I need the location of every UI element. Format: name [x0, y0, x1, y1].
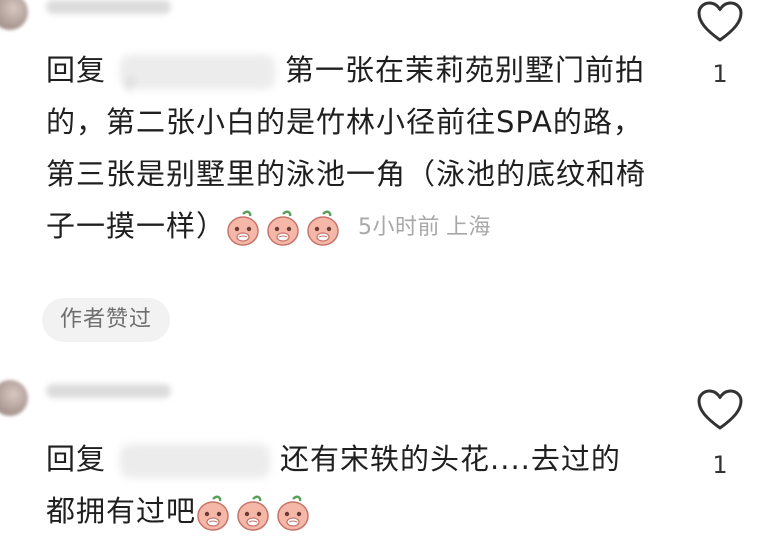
reply-target-blurred[interactable]	[120, 444, 271, 478]
peach-cover-face-emoji	[306, 210, 340, 246]
comment-location: 上海	[446, 215, 492, 240]
avatar[interactable]	[0, 380, 28, 416]
like-count: 1	[712, 60, 728, 88]
peach-cover-face-emoji	[276, 495, 310, 531]
reply-label: 回复	[46, 442, 107, 476]
reply-label: 回复	[46, 53, 107, 87]
comment-body[interactable]: 回复 r 第一张在茉莉苑别墅门前拍的，第二张小白的是竹林小径前往SPA的路，第三张是…	[46, 44, 646, 254]
reply-target-blurred[interactable]: r	[120, 55, 276, 97]
heart-outline-icon[interactable]	[696, 0, 744, 44]
comment-meta: 5小时前 上海	[358, 215, 491, 240]
comment-item[interactable]: 回复 还有宋轶的头花....去过的都拥有过吧 1	[0, 360, 783, 532]
heart-outline-icon[interactable]	[696, 388, 744, 432]
comment-body[interactable]: 回复 还有宋轶的头花....去过的都拥有过吧	[46, 433, 646, 537]
comment-item[interactable]: 回复 r 第一张在茉莉苑别墅门前拍的，第二张小白的是竹林小径前往SPA的路，第三张是…	[0, 0, 783, 360]
username-blurred[interactable]	[46, 384, 171, 398]
avatar[interactable]	[0, 0, 28, 30]
peach-cover-face-emoji	[266, 210, 300, 246]
comment-time: 5小时前	[358, 215, 441, 240]
peach-cover-face-emoji	[226, 210, 260, 246]
author-liked-badge: 作者赞过	[42, 298, 171, 342]
like-count: 1	[712, 451, 728, 479]
peach-cover-face-emoji	[196, 495, 230, 531]
username-blurred[interactable]	[46, 0, 171, 14]
reply-target-visible-char: r	[126, 72, 137, 97]
peach-cover-face-emoji	[236, 495, 270, 531]
